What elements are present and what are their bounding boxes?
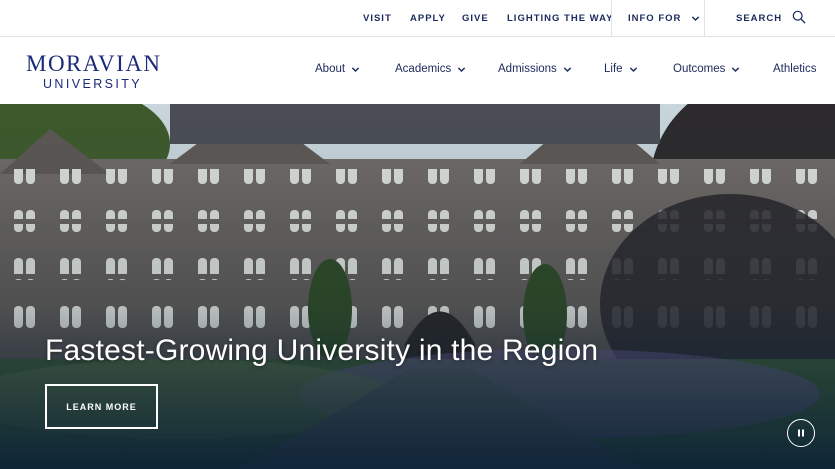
nav-academics-label: Academics (395, 63, 452, 75)
chevron-down-icon (563, 66, 571, 72)
utility-bar: VISIT APPLY GIVE LIGHTING THE WAY INFO F… (0, 0, 835, 37)
hero-heading: Fastest-Growing University in the Region (45, 334, 599, 367)
nav-outcomes[interactable]: Outcomes (673, 63, 740, 75)
pause-slideshow-button[interactable] (787, 419, 815, 447)
apply-link[interactable]: APPLY (410, 13, 446, 24)
info-for-label: INFO FOR (628, 13, 682, 24)
pause-icon (798, 429, 804, 437)
moravian-university-logo[interactable]: MORAVIAN UNIVERSITY (26, 52, 161, 91)
nav-admissions-label: Admissions (498, 63, 557, 75)
info-for-dropdown[interactable]: INFO FOR (628, 13, 700, 24)
nav-about-label: About (315, 63, 346, 75)
nav-life[interactable]: Life (604, 63, 638, 75)
search-label: SEARCH (736, 13, 783, 24)
nav-admissions[interactable]: Admissions (498, 63, 572, 75)
logo-wordmark-top: MORAVIAN (26, 51, 162, 76)
utility-divider (611, 0, 612, 37)
nav-about[interactable]: About (315, 63, 360, 75)
nav-outcomes-label: Outcomes (673, 63, 726, 75)
search-icon (792, 10, 806, 24)
hero-banner: Fastest-Growing University in the Region… (0, 104, 835, 469)
learn-more-button[interactable]: LEARN MORE (45, 384, 158, 429)
nav-athletics[interactable]: Athletics (773, 63, 816, 75)
lighting-the-way-link[interactable]: LIGHTING THE WAY (507, 13, 613, 24)
nav-academics[interactable]: Academics (395, 63, 466, 75)
chevron-down-icon (458, 66, 466, 72)
chevron-down-icon (351, 66, 360, 72)
chevron-down-icon (732, 66, 740, 72)
search-button[interactable]: SEARCH (736, 10, 806, 24)
nav-life-label: Life (604, 63, 623, 75)
utility-divider (704, 0, 705, 37)
give-link[interactable]: GIVE (462, 13, 489, 24)
chevron-down-icon (692, 16, 700, 22)
logo-wordmark-bottom: UNIVERSITY (43, 77, 143, 91)
main-header: MORAVIAN UNIVERSITY About Academics Admi… (0, 37, 835, 104)
nav-athletics-label: Athletics (773, 63, 817, 75)
visit-link[interactable]: VISIT (363, 13, 392, 24)
chevron-down-icon (629, 66, 637, 72)
